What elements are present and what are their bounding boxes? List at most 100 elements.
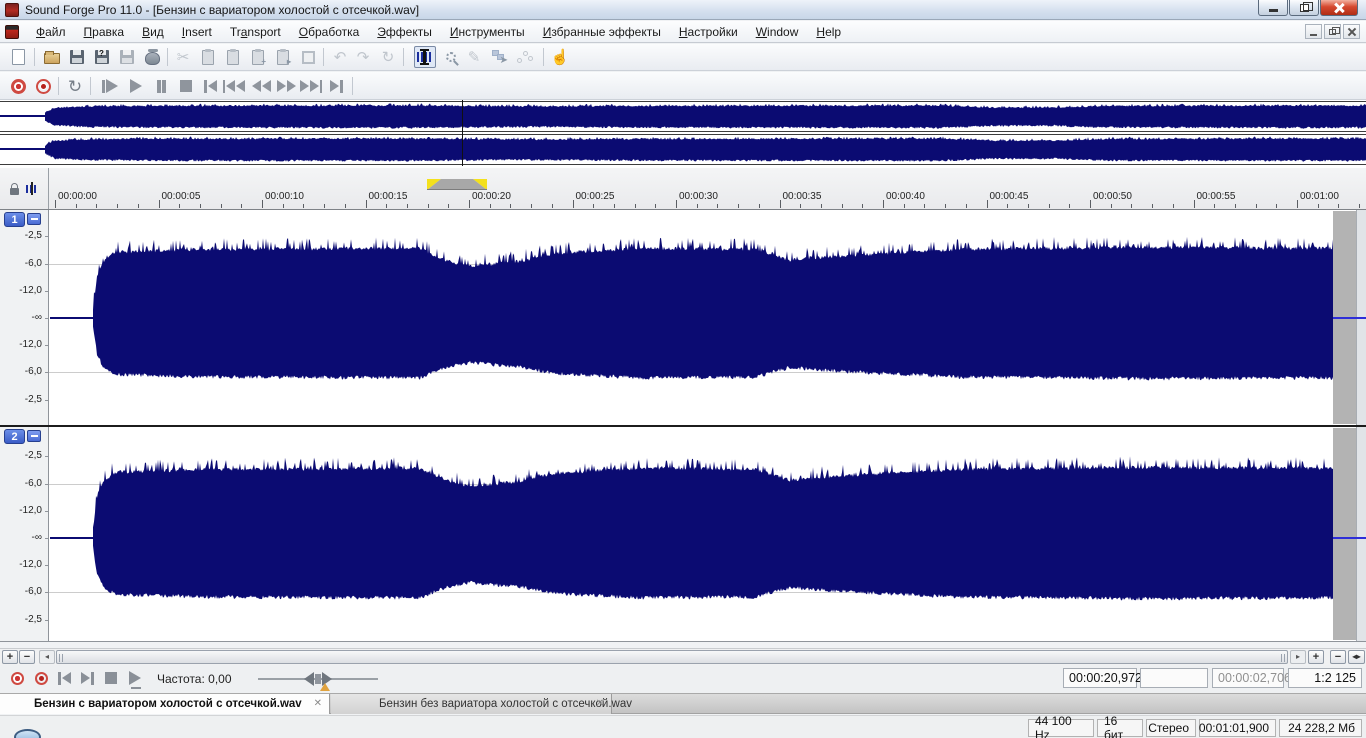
zoom-out-button[interactable]: − bbox=[1330, 650, 1346, 664]
channel-2-badge[interactable]: 2 bbox=[4, 429, 25, 444]
position-drag-handle[interactable] bbox=[427, 179, 487, 190]
zoom-out-left-button[interactable]: − bbox=[19, 650, 35, 664]
playbar-play-button[interactable] bbox=[124, 667, 146, 689]
menu-favorite-effects[interactable]: Избранные эффекты bbox=[534, 22, 670, 42]
tab-benzin-s-variatorom[interactable]: Бензин с вариатором холостой с отсечкой.… bbox=[0, 694, 330, 714]
tab-benzin-bez-variatora[interactable]: Бензин без вариатора холостой с отсечкой… bbox=[331, 694, 632, 714]
copy-button[interactable] bbox=[197, 46, 219, 68]
playbar-go-end-button[interactable] bbox=[76, 667, 98, 689]
overview-channel-2[interactable] bbox=[0, 134, 1366, 165]
paste-special-button[interactable]: + bbox=[247, 46, 269, 68]
menu-tools[interactable]: Инструменты bbox=[441, 22, 534, 42]
forward-button[interactable] bbox=[274, 74, 298, 98]
channel-divider[interactable] bbox=[0, 425, 1366, 427]
zoom-ratio-field[interactable]: 1:2 125 bbox=[1288, 668, 1362, 688]
trim-crop-icon bbox=[301, 50, 315, 64]
menu-process[interactable]: Обработка bbox=[290, 22, 369, 42]
rewind-button[interactable] bbox=[249, 74, 273, 98]
open-button[interactable] bbox=[41, 46, 63, 68]
playbar-record-special-button[interactable] bbox=[30, 667, 52, 689]
cursor-position-field[interactable]: 00:00:20,972 bbox=[1063, 668, 1142, 688]
event-tool-button[interactable]: ➤ bbox=[489, 46, 511, 68]
tab-close-icon[interactable]: ✕ bbox=[314, 698, 322, 709]
go-to-start-button[interactable] bbox=[198, 74, 222, 98]
edit-tool-mini-icon[interactable] bbox=[26, 182, 38, 195]
channel-2-minimize-button[interactable] bbox=[27, 430, 41, 442]
eof-center-line bbox=[1333, 537, 1366, 539]
menu-view[interactable]: Вид bbox=[133, 22, 173, 42]
secondary-time-field[interactable] bbox=[1140, 668, 1208, 688]
channel-2-vertical-scrollbar[interactable] bbox=[1356, 427, 1366, 641]
waveform-editor[interactable]: 1 -2,5 -6,0 -12,0 -∞ -12,0 -6,0 -2,5 2 -2,5 -6,0 -1… bbox=[0, 210, 1366, 642]
mdi-close-button[interactable] bbox=[1343, 24, 1360, 39]
playbar-go-start-button[interactable] bbox=[53, 667, 75, 689]
channel-1-badge[interactable]: 1 bbox=[4, 212, 25, 227]
paste-button[interactable] bbox=[222, 46, 244, 68]
sound-forge-window: Sound Forge Pro 11.0 - [Бензин с вариато… bbox=[0, 0, 1366, 738]
loop-playback-button[interactable]: ↻ bbox=[63, 74, 87, 98]
rewind-all-button[interactable] bbox=[222, 74, 246, 98]
save-button[interactable] bbox=[66, 46, 88, 68]
play-button[interactable] bbox=[124, 74, 148, 98]
menu-insert[interactable]: Insert bbox=[173, 22, 221, 42]
save-as-button[interactable]: ? bbox=[91, 46, 113, 68]
play-all-button[interactable] bbox=[98, 74, 122, 98]
record-button[interactable] bbox=[6, 74, 30, 98]
menu-window[interactable]: Window bbox=[747, 22, 808, 42]
stop-button[interactable] bbox=[174, 74, 198, 98]
channel-1-waveform[interactable] bbox=[49, 210, 1366, 425]
menu-help[interactable]: Help bbox=[807, 22, 850, 42]
forward-all-button[interactable] bbox=[299, 74, 323, 98]
playbar-stop-button[interactable] bbox=[100, 667, 122, 689]
edit-tool-button[interactable] bbox=[414, 46, 436, 68]
scrollbar-thumb[interactable] bbox=[56, 650, 1288, 664]
db-tick bbox=[45, 372, 49, 373]
ruler-time-label: 00:00:05 bbox=[161, 191, 201, 202]
overview-channel-1[interactable] bbox=[0, 101, 1366, 132]
channel-2-waveform[interactable] bbox=[49, 427, 1366, 641]
repeat-button[interactable]: ↻ bbox=[377, 46, 399, 68]
paste-to-new-button[interactable]: ▸ bbox=[272, 46, 294, 68]
menu-options[interactable]: Настройки bbox=[670, 22, 747, 42]
selection-length-field[interactable]: 00:00:02,706 bbox=[1212, 668, 1291, 688]
playback-rate-slider[interactable] bbox=[258, 672, 378, 686]
pencil-tool-button[interactable]: ✎ bbox=[463, 46, 485, 68]
go-to-end-button[interactable] bbox=[324, 74, 348, 98]
menu-edit[interactable]: Правка bbox=[75, 22, 134, 42]
magnify-tool-button[interactable] bbox=[440, 46, 462, 68]
pause-button[interactable] bbox=[149, 74, 173, 98]
mdi-minimize-button[interactable] bbox=[1305, 24, 1322, 39]
cut-button[interactable]: ✂ bbox=[172, 46, 194, 68]
minimize-button[interactable] bbox=[1258, 0, 1288, 16]
lock-icon[interactable] bbox=[10, 182, 19, 195]
menu-transport[interactable]: Transport bbox=[221, 22, 290, 42]
playbar-record-button[interactable] bbox=[6, 667, 28, 689]
overview-bar[interactable] bbox=[0, 100, 1366, 168]
trim-crop-button[interactable] bbox=[297, 46, 319, 68]
close-button[interactable] bbox=[1320, 0, 1358, 16]
record-special-button[interactable] bbox=[31, 74, 55, 98]
zoom-fit-button[interactable]: ◂▸ bbox=[1348, 650, 1365, 664]
menu-file[interactable]: Файл bbox=[27, 22, 75, 42]
scroll-left-button[interactable]: ◂ bbox=[39, 650, 55, 664]
render-as-button[interactable] bbox=[141, 46, 163, 68]
undo-button[interactable]: ↶ bbox=[329, 46, 351, 68]
overview-cursor[interactable] bbox=[462, 100, 463, 166]
new-file-button[interactable] bbox=[7, 46, 29, 68]
ruler-tick bbox=[593, 204, 595, 208]
ruler-tick bbox=[862, 204, 864, 208]
envelope-tool-button[interactable] bbox=[514, 46, 536, 68]
menu-effects[interactable]: Эффекты bbox=[368, 22, 441, 42]
zoom-in-left-button[interactable]: + bbox=[2, 650, 18, 664]
tab-close-icon[interactable]: ✕ bbox=[596, 698, 604, 709]
zoom-in-button[interactable]: + bbox=[1308, 650, 1324, 664]
redo-button[interactable]: ↷ bbox=[352, 46, 374, 68]
time-ruler[interactable]: 00:00:00 00:00:05 00:00:10 00:00:15 00:00:20… bbox=[0, 168, 1366, 210]
restore-button[interactable] bbox=[1289, 0, 1319, 16]
mdi-restore-button[interactable] bbox=[1324, 24, 1341, 39]
thumb-grip-left bbox=[59, 654, 63, 662]
save-all-button[interactable] bbox=[116, 46, 138, 68]
whats-this-help-button[interactable]: ☝ bbox=[549, 46, 571, 68]
scroll-right-button[interactable]: ▸ bbox=[1290, 650, 1306, 664]
channel-1-minimize-button[interactable] bbox=[27, 213, 41, 225]
